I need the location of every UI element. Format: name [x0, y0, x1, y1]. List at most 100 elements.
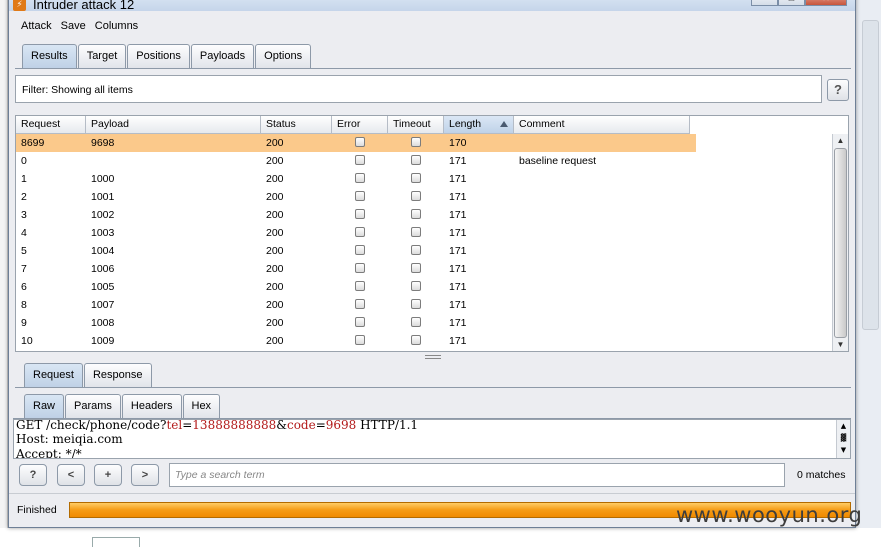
detail-tabs: Request Response — [24, 363, 153, 387]
split-pane-handle[interactable] — [425, 355, 441, 359]
timeout-checkbox — [411, 263, 421, 274]
search-next-button[interactable]: > — [131, 464, 159, 486]
cell-payload: 1002 — [91, 209, 115, 221]
tab-payloads[interactable]: Payloads — [190, 44, 255, 68]
table-row[interactable]: 9 1008 200 171 — [16, 314, 696, 332]
search-input[interactable]: Type a search term — [169, 463, 785, 487]
editor-scroll-thumb[interactable]: ▓ — [837, 432, 850, 444]
table-row[interactable]: 2 1001 200 171 — [16, 188, 696, 206]
search-prev-button[interactable]: < — [57, 464, 85, 486]
tab-options[interactable]: Options — [255, 44, 312, 68]
cell-error — [332, 278, 388, 296]
filter-bar[interactable]: Filter: Showing all items — [15, 75, 822, 103]
scrollbar-thumb[interactable] — [834, 148, 847, 338]
menu-save[interactable]: Save — [61, 20, 86, 32]
cell-error — [332, 134, 388, 152]
table-row[interactable]: 0 200 171 baseline request — [16, 152, 696, 170]
table-row[interactable]: 1 1000 200 171 — [16, 170, 696, 188]
filter-text: Filter: Showing all items — [22, 84, 133, 96]
tab-target[interactable]: Target — [77, 44, 127, 68]
cell-request: 4 — [21, 227, 27, 239]
table-row[interactable]: 3 1002 200 171 — [16, 206, 696, 224]
cell-timeout — [388, 314, 444, 332]
window-controls: – □ ✕ — [751, 0, 847, 7]
cell-error — [332, 188, 388, 206]
cell-error — [332, 152, 388, 170]
cell-status: 200 — [266, 137, 284, 149]
cell-payload: 1001 — [91, 191, 115, 203]
timeout-checkbox — [411, 191, 421, 202]
timeout-checkbox — [411, 317, 421, 328]
param-code-value: 9698 — [325, 419, 357, 432]
close-icon[interactable]: ✕ — [805, 0, 847, 6]
filter-help-button[interactable]: ? — [827, 79, 849, 101]
cell-status: 200 — [266, 281, 284, 293]
cell-timeout — [388, 278, 444, 296]
tab-response[interactable]: Response — [83, 363, 152, 387]
cell-payload — [86, 152, 261, 170]
request-accept-line: Accept: */* — [16, 447, 82, 459]
status-text: Finished — [17, 504, 57, 516]
tab-positions[interactable]: Positions — [127, 44, 190, 68]
scroll-down-icon[interactable]: ▼ — [833, 338, 848, 351]
request-editor[interactable]: GET /check/phone/code?tel=13888888888&co… — [13, 419, 851, 459]
table-row[interactable]: 8699 9698 200 170 — [16, 134, 696, 152]
cell-comment — [514, 134, 690, 152]
menu-attack[interactable]: Attack — [21, 20, 52, 32]
timeout-checkbox — [411, 155, 421, 166]
column-status[interactable]: Status — [261, 116, 332, 134]
cell-status: 200 — [266, 335, 284, 347]
background-field — [92, 537, 140, 547]
cell-payload: 1004 — [91, 245, 115, 257]
cell-error — [332, 206, 388, 224]
column-timeout[interactable]: Timeout — [388, 116, 444, 134]
table-row[interactable]: 4 1003 200 171 — [16, 224, 696, 242]
cell-request: 8699 — [21, 137, 45, 149]
menu-columns[interactable]: Columns — [95, 20, 138, 32]
timeout-checkbox — [411, 245, 421, 256]
editor-scrollbar[interactable]: ▲ ▓ ▼ — [836, 420, 850, 458]
column-length-label: Length — [449, 118, 482, 130]
background-window-bottom — [0, 528, 881, 547]
cell-status: 200 — [266, 245, 284, 257]
tab-hex[interactable]: Hex — [182, 394, 221, 418]
background-window-edge — [0, 0, 8, 545]
cell-payload: 1008 — [91, 317, 115, 329]
cell-timeout — [388, 188, 444, 206]
error-checkbox — [355, 263, 365, 274]
cell-status: 200 — [266, 173, 284, 185]
editor-scroll-down-icon[interactable]: ▼ — [837, 444, 850, 456]
minimize-icon[interactable]: – — [751, 0, 778, 6]
error-checkbox — [355, 317, 365, 328]
maximize-icon[interactable]: □ — [778, 0, 805, 6]
table-row[interactable]: 8 1007 200 171 — [16, 296, 696, 314]
cell-timeout — [388, 206, 444, 224]
column-payload[interactable]: Payload — [86, 116, 261, 134]
editor-scroll-up-icon[interactable]: ▲ — [837, 420, 850, 432]
search-add-button[interactable]: + — [94, 464, 122, 486]
detail-tab-divider — [15, 387, 851, 388]
tab-raw[interactable]: Raw — [24, 394, 65, 418]
search-help-button[interactable]: ? — [19, 464, 47, 486]
tab-params[interactable]: Params — [65, 394, 121, 418]
table-row[interactable]: 6 1005 200 171 — [16, 278, 696, 296]
column-error[interactable]: Error — [332, 116, 388, 134]
table-row[interactable]: 7 1006 200 171 — [16, 260, 696, 278]
scroll-up-icon[interactable]: ▲ — [833, 134, 848, 148]
background-scrollbar — [862, 20, 879, 330]
column-request[interactable]: Request — [16, 116, 86, 134]
table-row[interactable]: 10 1009 200 171 — [16, 332, 696, 350]
cell-timeout — [388, 332, 444, 350]
tab-request[interactable]: Request — [24, 363, 83, 387]
cell-length: 171 — [449, 227, 467, 239]
tab-headers[interactable]: Headers — [121, 394, 182, 418]
title-bar[interactable]: ⚡ Intruder attack 12 – □ ✕ — [9, 0, 855, 12]
column-comment[interactable]: Comment — [514, 116, 690, 134]
cell-timeout — [388, 242, 444, 260]
window-title: Intruder attack 12 — [33, 0, 135, 12]
cell-error — [332, 170, 388, 188]
table-row[interactable]: 5 1004 200 171 — [16, 242, 696, 260]
table-scrollbar[interactable]: ▲ ▼ — [832, 134, 848, 351]
column-length[interactable]: Length — [444, 116, 514, 134]
tab-results[interactable]: Results — [22, 44, 77, 68]
